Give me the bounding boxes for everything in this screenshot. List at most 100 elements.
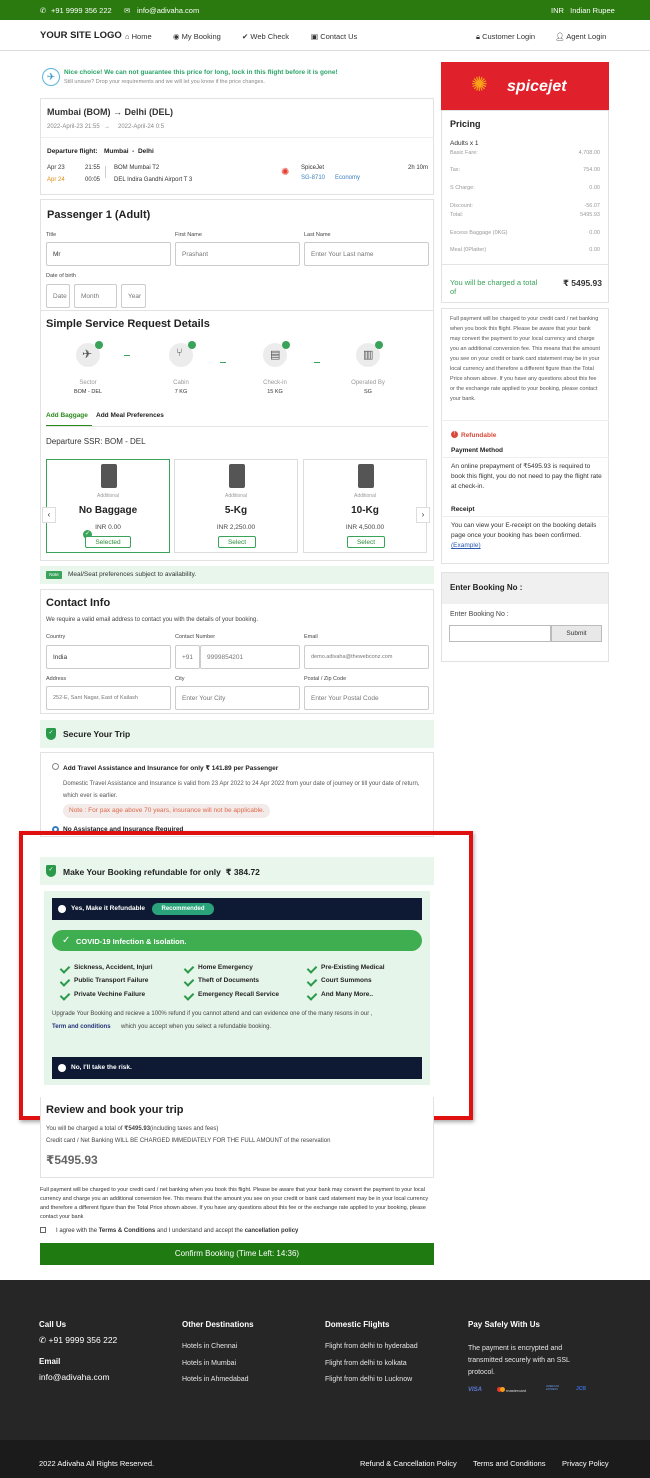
agent-icon: 👤︎ bbox=[555, 32, 565, 41]
footer-phone[interactable]: ✆ +91 9999 356 222 bbox=[39, 1335, 117, 1346]
bag-price: INR 0.00 bbox=[95, 524, 121, 531]
airline-logo: ✺ spicejet bbox=[441, 62, 609, 110]
title-label: Title bbox=[46, 232, 57, 238]
dob-label: Date of birth bbox=[46, 273, 76, 279]
ssr-cabin-value: 7 KG bbox=[174, 389, 188, 395]
ticket-icon: ▥ bbox=[356, 341, 383, 367]
bag-sub: Additional bbox=[97, 493, 119, 499]
price-alert: ✈ Nice choice! We can not guarantee this… bbox=[40, 62, 434, 94]
enter-booking-heading: Enter Booking No : bbox=[450, 583, 523, 592]
top-email[interactable]: info@adivaha.com bbox=[137, 6, 199, 15]
nav-contact-label: Contact Us bbox=[320, 32, 358, 41]
first-name-input[interactable]: Prashant bbox=[175, 242, 300, 266]
tab-add-meal[interactable]: Add Meal Preferences bbox=[96, 412, 164, 419]
arrow-icon: → bbox=[104, 124, 110, 130]
nav-my-booking[interactable]: ◉ My Booking bbox=[173, 32, 221, 41]
bag-sub: Additional bbox=[354, 493, 376, 499]
submit-button[interactable]: Submit bbox=[551, 625, 602, 642]
footer-link[interactable]: Flight from delhi to hyderabad bbox=[325, 1343, 418, 1350]
city-input[interactable]: Enter Your City bbox=[175, 686, 300, 710]
mastercard-label: mastercard bbox=[506, 1388, 527, 1393]
customer-login-link[interactable]: 🔒︎ Customer Login bbox=[476, 32, 535, 42]
ssr-operated-value: SG bbox=[364, 389, 372, 395]
refund-policy-link[interactable]: Refund & Cancellation Policy bbox=[360, 1459, 457, 1468]
customer-login-label: Customer Login bbox=[482, 32, 536, 41]
last-name-input[interactable]: Enter Your Last name bbox=[304, 242, 429, 266]
site-logo[interactable]: YOUR SITE LOGO bbox=[40, 30, 122, 41]
insurance-yes-radio[interactable] bbox=[52, 763, 59, 770]
phone-input[interactable]: 9999854201 bbox=[200, 645, 300, 669]
agree-checkbox[interactable] bbox=[40, 1227, 46, 1233]
booking-number-input[interactable] bbox=[449, 625, 551, 642]
terms-link[interactable]: Terms and Conditions bbox=[473, 1459, 546, 1468]
footer-link[interactable]: Flight from delhi to Lucknow bbox=[325, 1376, 412, 1383]
footer-pay-text: The payment is encrypted and transmitted… bbox=[468, 1345, 570, 1376]
baggage-select-button[interactable]: Select bbox=[218, 536, 256, 548]
footer-call-heading: Call Us bbox=[39, 1320, 67, 1329]
postal-input[interactable]: Enter Your Postal Code bbox=[304, 686, 429, 710]
baggage-option-5kg[interactable]: Additional 5-Kg INR 2,250.00 Select bbox=[174, 459, 298, 553]
sidebar-charged-value: ₹ 5495.93 bbox=[563, 278, 603, 288]
baggage-option-none[interactable]: Additional No Baggage INR 0.00 ✓ Selecte… bbox=[46, 459, 170, 553]
baggage-select-button[interactable]: Select bbox=[347, 536, 385, 548]
dep-flight-label: Departure flight: bbox=[47, 148, 98, 155]
payment-method-label: Payment Method bbox=[451, 447, 504, 454]
agent-login-link[interactable]: 👤︎ Agent Login bbox=[555, 32, 606, 41]
dob-month[interactable]: Month bbox=[74, 284, 117, 308]
first-name-label: First Name bbox=[175, 232, 202, 238]
visa-icon: VISA bbox=[468, 1387, 483, 1393]
privacy-link[interactable]: Privacy Policy bbox=[562, 1459, 609, 1468]
insurance-desc: Domestic Travel Assistance and Insurance… bbox=[63, 781, 420, 799]
carousel-prev-icon[interactable]: ‹ bbox=[42, 507, 56, 523]
flight-route: Mumbai (BOM) → Delhi (DEL) bbox=[47, 107, 173, 117]
price-value: 5495.93 bbox=[580, 212, 600, 218]
ssr-connector bbox=[220, 362, 226, 363]
baggage-option-10kg[interactable]: Additional 10-Kg INR 4,500.00 Select bbox=[303, 459, 427, 553]
lock-icon: 🔒︎ bbox=[476, 32, 480, 41]
divider bbox=[441, 516, 609, 517]
nav-web-check-label: Web Check bbox=[250, 32, 290, 41]
agree-text: I agree with the Terms & Conditions and … bbox=[56, 1228, 298, 1234]
meal-note: Note Meal/Seat preferences subject to av… bbox=[40, 566, 434, 584]
timeline bbox=[105, 166, 106, 178]
refundable-label: Refundable bbox=[461, 432, 497, 439]
carousel-next-icon[interactable]: › bbox=[416, 507, 430, 523]
duration: 2h 10m bbox=[408, 165, 429, 171]
bag-name: 10-Kg bbox=[351, 505, 379, 516]
example-link[interactable]: (Example) bbox=[451, 542, 481, 549]
footer-link[interactable]: Flight from delhi to kolkata bbox=[325, 1360, 407, 1367]
time1: 21:55 bbox=[85, 165, 101, 171]
ssr-connector bbox=[314, 362, 320, 363]
nav-web-check[interactable]: ✔ Web Check bbox=[242, 32, 289, 41]
nav-contact-us[interactable]: ▣ Contact Us bbox=[311, 32, 357, 41]
nav-home[interactable]: ⌂ Home bbox=[125, 32, 152, 41]
phone-code[interactable]: +91 bbox=[175, 645, 200, 669]
bag-price: INR 4,500.00 bbox=[345, 524, 385, 531]
divider bbox=[41, 137, 433, 138]
footer-email[interactable]: info@adivaha.com bbox=[39, 1372, 110, 1382]
contact-heading: Contact Info bbox=[46, 597, 111, 609]
user-icon: ◉ bbox=[173, 32, 180, 41]
baggage-selected-button[interactable]: Selected bbox=[85, 536, 131, 548]
cancellation-policy-link[interactable]: cancellation policy bbox=[245, 1228, 299, 1234]
title-select[interactable]: Mr bbox=[46, 242, 171, 266]
agree-terms-link[interactable]: Terms & Conditions bbox=[99, 1228, 156, 1234]
top-phone[interactable]: +91 9999 356 222 bbox=[51, 6, 112, 15]
luggage-icon: ▤ bbox=[263, 341, 290, 367]
tab-add-baggage[interactable]: Add Baggage bbox=[46, 412, 88, 419]
country-select[interactable]: India bbox=[46, 645, 171, 669]
insurance-yes-label[interactable]: Add Travel Assistance and Insurance for … bbox=[63, 764, 278, 772]
footer-link[interactable]: Hotels in Chennai bbox=[182, 1343, 237, 1350]
footer-link[interactable]: Hotels in Ahmedabad bbox=[182, 1376, 249, 1383]
dob-year[interactable]: Year bbox=[121, 284, 146, 308]
currency-selector[interactable]: INR Indian Rupee bbox=[551, 6, 615, 15]
ssr-checkin-value: 15 KG bbox=[267, 389, 283, 395]
address-input[interactable]: 252-E, Sant Nagar, East of Kailash bbox=[46, 686, 171, 710]
dob-date[interactable]: Date bbox=[46, 284, 70, 308]
footer-link[interactable]: Hotels in Mumbai bbox=[182, 1360, 236, 1367]
price-row: Total: 5495.93 bbox=[450, 212, 600, 218]
address-label: Address bbox=[46, 676, 67, 682]
confirm-booking-button[interactable]: Confirm Booking (Time Left: 14:36) bbox=[40, 1243, 434, 1265]
email-input[interactable]: demo.adivaha@thewebconz.com bbox=[304, 645, 429, 669]
time2: 00:05 bbox=[85, 177, 101, 183]
